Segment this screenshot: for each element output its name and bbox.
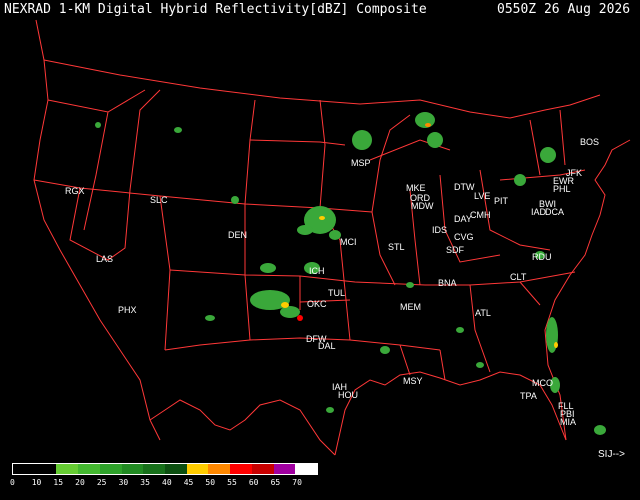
city-dtw: DTW <box>454 182 475 192</box>
legend-swatch <box>295 464 318 474</box>
city-tul: TUL <box>328 288 345 298</box>
legend-swatch <box>121 464 144 474</box>
city-msp: MSP <box>351 158 371 168</box>
legend-swatch <box>56 464 79 474</box>
legend-label: 45 <box>183 478 194 487</box>
city-mdw: MDW <box>411 201 434 211</box>
radar-map: RGX SLC DEN LAS PHX MSP MKE ORD MDW DTW … <box>33 19 631 456</box>
legend-label: 20 <box>75 478 85 487</box>
legend-label: 35 <box>140 478 150 487</box>
city-atl: ATL <box>475 308 491 318</box>
legend-swatch <box>186 464 209 474</box>
timestamp: 0550Z 26 Aug 2026 <box>497 2 631 17</box>
city-tpa: TPA <box>520 391 537 401</box>
legend-swatch <box>273 464 296 474</box>
legend-label: 65 <box>270 478 281 487</box>
city-mia: MIA <box>560 417 576 427</box>
legend-label: 70 <box>292 478 302 487</box>
city-okc: OKC <box>307 299 327 309</box>
color-legend <box>12 463 318 475</box>
city-phx: PHX <box>118 305 137 315</box>
legend-swatch <box>165 464 187 474</box>
city-slc: SLC <box>150 195 168 205</box>
city-bos: BOS <box>580 137 599 147</box>
city-mci: MCI <box>340 237 357 247</box>
product-title: NEXRAD 1-KM Digital Hybrid Reflectivity[… <box>4 2 427 17</box>
legend-label: 50 <box>205 478 216 487</box>
city-cmh: CMH <box>470 210 491 220</box>
city-rdu: RDU <box>532 252 552 262</box>
radar-map-screen: RGX SLC DEN LAS PHX MSP MKE ORD MDW DTW … <box>0 0 640 500</box>
legend-swatch <box>208 464 231 474</box>
legend-label: 10 <box>31 478 42 487</box>
city-pit: PIT <box>494 196 509 206</box>
city-sdf: SDF <box>446 245 465 255</box>
city-rgx: RGX <box>65 186 85 196</box>
attribution-label: SIJ--> <box>598 449 625 460</box>
city-bna: BNA <box>438 278 457 288</box>
city-dca: DCA <box>545 207 564 217</box>
city-mem: MEM <box>400 302 421 312</box>
legend-swatch <box>99 464 122 474</box>
legend-label: 60 <box>248 478 259 487</box>
legend-swatch <box>34 464 57 474</box>
legend-swatch <box>230 464 252 474</box>
city-phl: PHL <box>553 184 571 194</box>
city-las: LAS <box>96 254 113 264</box>
legend-label: 15 <box>53 478 64 487</box>
legend-swatch <box>78 464 100 474</box>
city-cvg: CVG <box>454 232 474 242</box>
legend-swatch <box>251 464 274 474</box>
legend-swatch <box>13 464 35 474</box>
radar-echoes-heavy <box>281 123 558 348</box>
city-mke: MKE <box>406 183 426 193</box>
city-hou: HOU <box>338 390 358 400</box>
city-ich: ICH <box>309 266 325 276</box>
city-dal: DAL <box>318 341 336 351</box>
city-clt: CLT <box>510 272 527 282</box>
city-mco: MCO <box>532 378 553 388</box>
city-ids: IDS <box>432 225 447 235</box>
legend-label: 30 <box>118 478 129 487</box>
city-den: DEN <box>228 230 247 240</box>
legend-label: 40 <box>162 478 172 487</box>
legend-label: 0 <box>10 478 15 487</box>
legend-swatch <box>143 464 166 474</box>
legend-label: 55 <box>227 478 237 487</box>
legend-label: 25 <box>96 478 107 487</box>
city-msy: MSY <box>403 376 423 386</box>
city-stl: STL <box>388 242 405 252</box>
city-lve: LVE <box>474 191 490 201</box>
